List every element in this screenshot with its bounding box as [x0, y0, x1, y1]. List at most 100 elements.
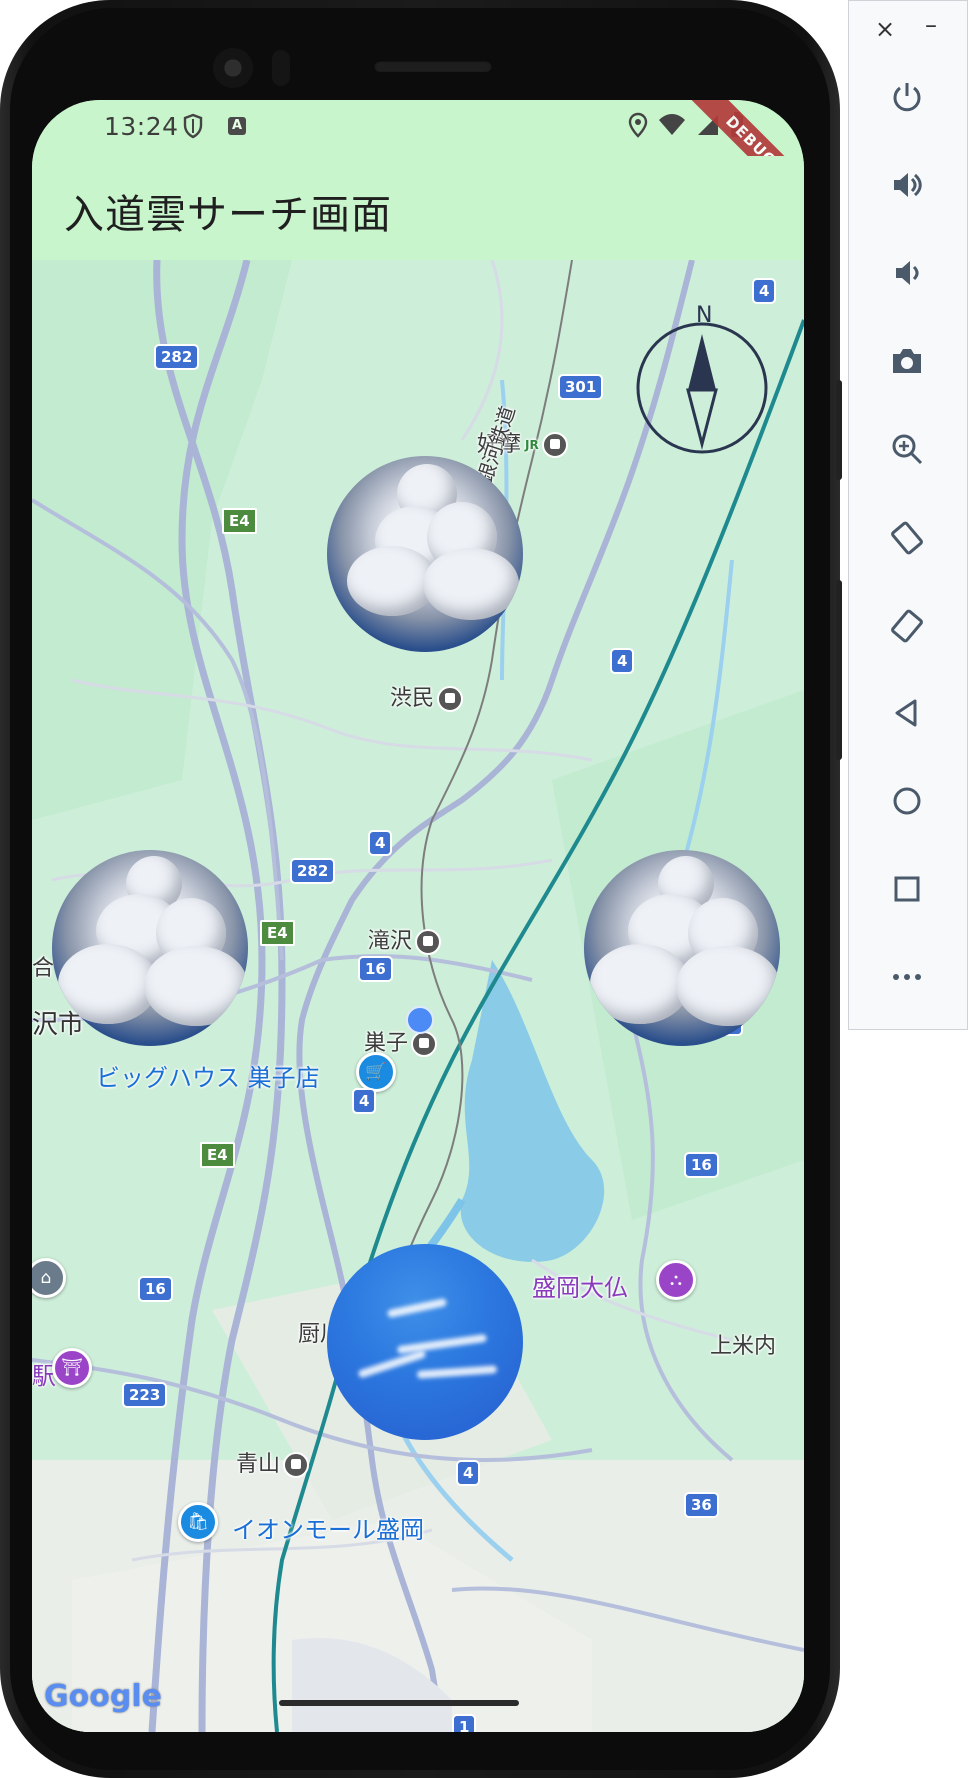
cloud-wisp — [396, 1333, 488, 1355]
route-shield-4: 4 — [610, 648, 635, 674]
power-icon — [893, 83, 921, 112]
jr-badge: JR — [525, 438, 539, 452]
place-name: 渋民 — [390, 686, 435, 711]
shopping-bag-icon[interactable]: 🛍 — [178, 1502, 218, 1542]
overview-icon — [894, 876, 920, 902]
cloud-marker-west[interactable] — [52, 850, 248, 1046]
poi-name: 盛岡大仏 — [532, 1274, 628, 1302]
route-shield-36: 36 — [684, 1492, 719, 1518]
cloud-puff — [590, 944, 690, 1024]
zoom-button[interactable] — [879, 421, 935, 477]
side-button-power — [836, 380, 842, 480]
station-icon — [283, 1452, 310, 1478]
place-label-takizawa[interactable]: 滝沢 — [368, 923, 442, 955]
rotate-left-button[interactable] — [879, 509, 935, 565]
route-shield-16: 16 — [138, 1276, 173, 1302]
phone-frame: 13:24 A DEBUG 入道雲サーチ画面 好摩 JR いわて銀河鉄道 渋民 … — [0, 0, 842, 1778]
volume-down-button[interactable] — [879, 245, 935, 301]
home-indicator[interactable] — [279, 1700, 519, 1706]
google-logo-text: Google — [44, 1679, 162, 1714]
cloud-marker-north[interactable] — [327, 456, 523, 652]
expressway-shield-e4: E4 — [200, 1142, 235, 1168]
place-name: 青山 — [236, 1452, 281, 1477]
expressway-shield-e4: E4 — [222, 508, 257, 534]
volume-up-button[interactable] — [879, 157, 935, 213]
back-icon — [895, 699, 917, 727]
shrine-icon[interactable]: ⛩ — [52, 1348, 92, 1388]
place-label-aoyama[interactable]: 青山 — [236, 1446, 310, 1478]
screenshot-button[interactable] — [879, 333, 935, 389]
station-icon — [411, 1031, 438, 1057]
notification-a-icon: A — [228, 117, 246, 135]
sky-marker-south[interactable] — [327, 1244, 523, 1440]
route-shield-4: 4 — [352, 1088, 377, 1114]
map-view[interactable]: 好摩 JR いわて銀河鉄道 渋民 滝沢 巣子 ビッグハウス 巣子店 🛒 盛岡大仏 … — [32, 260, 804, 1732]
front-camera — [213, 48, 253, 88]
place-name: 合 — [32, 956, 55, 981]
rotate-right-icon — [891, 609, 923, 643]
route-shield-16: 16 — [358, 956, 393, 982]
app-bar: 入道雲サーチ画面 — [32, 156, 804, 260]
poi-name: ビッグハウス 巣子店 — [96, 1064, 320, 1092]
expressway-shield-e4: E4 — [260, 920, 295, 946]
poi-label-aeon-mall[interactable]: イオンモール盛岡 — [232, 1510, 424, 1545]
place-label-kamiyonai[interactable]: 上米内 — [710, 1328, 776, 1360]
route-shield-4: 4 — [456, 1460, 481, 1486]
camera-icon — [893, 349, 921, 373]
side-button-volume — [836, 580, 842, 760]
temple-icon[interactable]: ⛬ — [656, 1260, 696, 1300]
page-title: 入道雲サーチ画面 — [64, 192, 392, 238]
cloud-wisp — [416, 1365, 498, 1379]
station-icon — [541, 432, 568, 458]
close-button[interactable]: × — [875, 15, 895, 43]
back-button[interactable] — [879, 685, 935, 741]
poi-label-morioka-daibutsu[interactable]: 盛岡大仏 — [532, 1268, 628, 1303]
route-shield-1: 1 — [452, 1714, 477, 1732]
route-shield-301: 301 — [558, 374, 604, 400]
poi-label-big-house[interactable]: ビッグハウス 巣子店 — [96, 1058, 320, 1093]
volume-down-icon — [896, 261, 919, 285]
volume-up-icon — [894, 173, 922, 197]
route-shield-282: 282 — [154, 344, 200, 370]
cloud-puff — [58, 944, 158, 1024]
place-name: 滝沢 — [368, 929, 413, 954]
station-icon — [415, 929, 442, 955]
place-name: 上米内 — [710, 1334, 777, 1359]
route-shield-4: 4 — [368, 830, 393, 856]
location-icon — [628, 112, 648, 142]
wifi-icon — [658, 113, 686, 141]
screen: 13:24 A DEBUG 入道雲サーチ画面 好摩 JR いわて銀河鉄道 渋民 … — [32, 100, 804, 1732]
cloud-puff — [144, 946, 248, 1026]
status-bar: 13:24 A DEBUG — [32, 100, 804, 225]
sensor — [272, 50, 290, 86]
google-logo: Google — [44, 1679, 162, 1714]
rotate-right-button[interactable] — [879, 597, 935, 653]
station-icon — [437, 686, 464, 712]
more-button[interactable] — [879, 949, 935, 1005]
emulator-title-bar: × – — [849, 1, 969, 59]
shopping-cart-icon[interactable]: 🛒 — [356, 1052, 396, 1092]
status-time: 13:24 — [104, 112, 179, 141]
overview-button[interactable] — [879, 861, 935, 917]
zoom-icon — [892, 434, 923, 465]
minimize-button[interactable]: – — [925, 11, 937, 39]
route-shield-282: 282 — [290, 858, 336, 884]
cloud-wisp — [386, 1297, 448, 1319]
rotate-left-icon — [891, 521, 923, 555]
place-label-shibutami[interactable]: 渋民 — [390, 680, 464, 712]
cloud-puff — [423, 548, 519, 620]
route-shield-16: 16 — [684, 1152, 719, 1178]
power-button[interactable] — [879, 69, 935, 125]
shield-icon — [182, 113, 204, 143]
current-location-dot — [406, 1006, 434, 1034]
home-icon — [893, 787, 921, 815]
cloud-marker-east[interactable] — [584, 850, 780, 1046]
more-icon — [893, 974, 921, 980]
place-label-ai: 合 — [32, 950, 54, 982]
emulator-controls: × – — [848, 0, 968, 1030]
cloud-puff — [676, 946, 780, 1026]
poi-name: イオンモール盛岡 — [232, 1516, 424, 1544]
route-shield-223: 223 — [122, 1382, 168, 1408]
earpiece-speaker — [374, 60, 492, 72]
home-button[interactable] — [879, 773, 935, 829]
